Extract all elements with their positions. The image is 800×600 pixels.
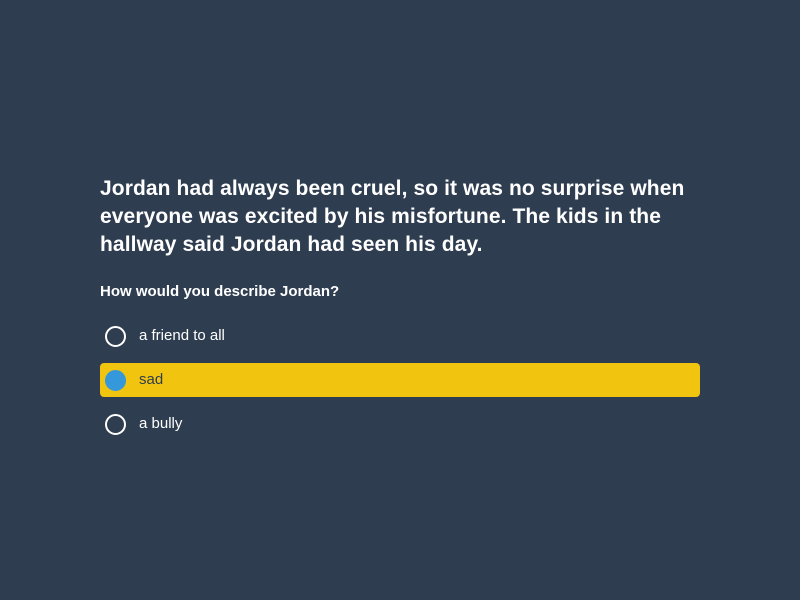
answer-options: a friend to all sad a bully — [100, 319, 700, 451]
radio-button-icon[interactable] — [105, 413, 126, 435]
radio-button-icon[interactable] — [105, 325, 126, 347]
quiz-card: Jordan had always been cruel, so it was … — [100, 175, 700, 451]
answer-option-label: sad — [139, 371, 164, 388]
answer-option-label: a friend to all — [139, 327, 225, 344]
answer-option-label: a bully — [139, 415, 183, 432]
answer-option-sad[interactable]: sad — [100, 363, 700, 397]
reading-passage: Jordan had always been cruel, so it was … — [100, 177, 685, 256]
question-prompt: How would you describe Jordan? — [100, 283, 340, 300]
answer-option-a-friend-to-all[interactable]: a friend to all — [100, 319, 700, 353]
answer-option-a-bully[interactable]: a bully — [100, 407, 700, 441]
radio-button-selected-icon[interactable] — [105, 369, 126, 391]
